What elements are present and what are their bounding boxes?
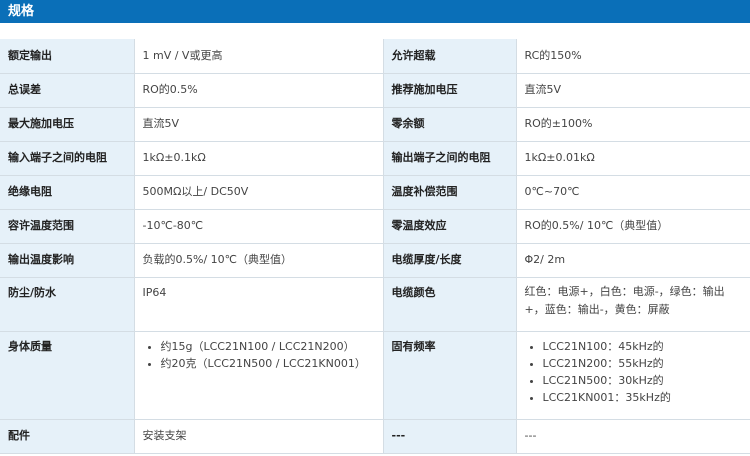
spec-value: ---	[515, 419, 750, 454]
table-row: 输入端子之间的电阻 1kΩ±0.1kΩ 输出端子之间的电阻 1kΩ±0.01kΩ	[0, 141, 750, 176]
frequency-list: LCC21N100：45kHz的 LCC21N200：55kHz的 LCC21N…	[525, 338, 743, 406]
table-row: 防尘/防水 IP64 电缆颜色 红色：电源+，白色：电源-，绿色：输出+，蓝色：…	[0, 277, 750, 332]
spec-label: 推荐施加电压	[383, 73, 516, 108]
table-row: 配件 安装支架 --- ---	[0, 419, 750, 454]
spec-value-list: 约15g（LCC21N100 / LCC21N200） 约20克（LCC21N5…	[133, 331, 384, 420]
spec-label: 额定输出	[0, 39, 134, 74]
spec-value: 直流5V	[515, 73, 750, 108]
spec-value: 安装支架	[133, 419, 384, 454]
list-item: LCC21N500：30kHz的	[543, 372, 743, 389]
spec-label: 输出端子之间的电阻	[383, 141, 516, 176]
spec-value: 负载的0.5%/ 10℃（典型值）	[133, 243, 384, 278]
spec-value: RO的0.5%	[133, 73, 384, 108]
spec-label: ---	[383, 419, 516, 454]
list-item: LCC21N200：55kHz的	[543, 355, 743, 372]
spec-label: 总误差	[0, 73, 134, 108]
table-row: 输出温度影响 负载的0.5%/ 10℃（典型值） 电缆厚度/长度 Φ2/ 2m	[0, 243, 750, 278]
spec-label: 绝缘电阻	[0, 175, 134, 210]
list-item: 约20克（LCC21N500 / LCC21KN001）	[161, 355, 375, 372]
spec-value: RC的150%	[515, 39, 750, 74]
spec-value: 500MΩ以上/ DC50V	[133, 175, 384, 210]
spec-label: 输入端子之间的电阻	[0, 141, 134, 176]
spec-value: IP64	[133, 277, 384, 332]
spec-value: 直流5V	[133, 107, 384, 142]
spec-label: 电缆厚度/长度	[383, 243, 516, 278]
spec-value: RO的0.5%/ 10℃（典型值）	[515, 209, 750, 244]
spec-label: 身体质量	[0, 331, 134, 420]
spec-table: 额定输出 1 mV / V或更高 允许超载 RC的150% 总误差 RO的0.5…	[0, 39, 750, 454]
spec-value: -10℃-80℃	[133, 209, 384, 244]
spec-value: RO的±100%	[515, 107, 750, 142]
section-header: 规格	[0, 0, 750, 23]
table-row: 总误差 RO的0.5% 推荐施加电压 直流5V	[0, 73, 750, 108]
spec-label: 防尘/防水	[0, 277, 134, 332]
spec-value: 红色：电源+，白色：电源-，绿色：输出+，蓝色：输出-，黄色：屏蔽	[515, 277, 750, 332]
table-row: 最大施加电压 直流5V 零余额 RO的±100%	[0, 107, 750, 142]
spec-label: 温度补偿范围	[383, 175, 516, 210]
spec-value: 0℃~70℃	[515, 175, 750, 210]
section-title: 规格	[8, 4, 35, 19]
spec-label: 零温度效应	[383, 209, 516, 244]
spec-label: 容许温度范围	[0, 209, 134, 244]
table-row: 身体质量 约15g（LCC21N100 / LCC21N200） 约20克（LC…	[0, 331, 750, 420]
table-row: 额定输出 1 mV / V或更高 允许超载 RC的150%	[0, 39, 750, 74]
spec-value: 1kΩ±0.1kΩ	[133, 141, 384, 176]
spec-value-list: LCC21N100：45kHz的 LCC21N200：55kHz的 LCC21N…	[515, 331, 750, 420]
spec-label: 最大施加电压	[0, 107, 134, 142]
spec-label: 输出温度影响	[0, 243, 134, 278]
spec-label: 允许超载	[383, 39, 516, 74]
spec-value: 1 mV / V或更高	[133, 39, 384, 74]
list-item: LCC21N100：45kHz的	[543, 338, 743, 355]
spec-label: 零余额	[383, 107, 516, 142]
table-row: 绝缘电阻 500MΩ以上/ DC50V 温度补偿范围 0℃~70℃	[0, 175, 750, 210]
spec-label: 配件	[0, 419, 134, 454]
spec-value: 1kΩ±0.01kΩ	[515, 141, 750, 176]
table-row: 容许温度范围 -10℃-80℃ 零温度效应 RO的0.5%/ 10℃（典型值）	[0, 209, 750, 244]
mass-list: 约15g（LCC21N100 / LCC21N200） 约20克（LCC21N5…	[143, 338, 375, 372]
spec-label: 电缆颜色	[383, 277, 516, 332]
list-item: 约15g（LCC21N100 / LCC21N200）	[161, 338, 375, 355]
spec-value: Φ2/ 2m	[515, 243, 750, 278]
spec-label: 固有频率	[383, 331, 516, 420]
list-item: LCC21KN001：35kHz的	[543, 389, 743, 406]
